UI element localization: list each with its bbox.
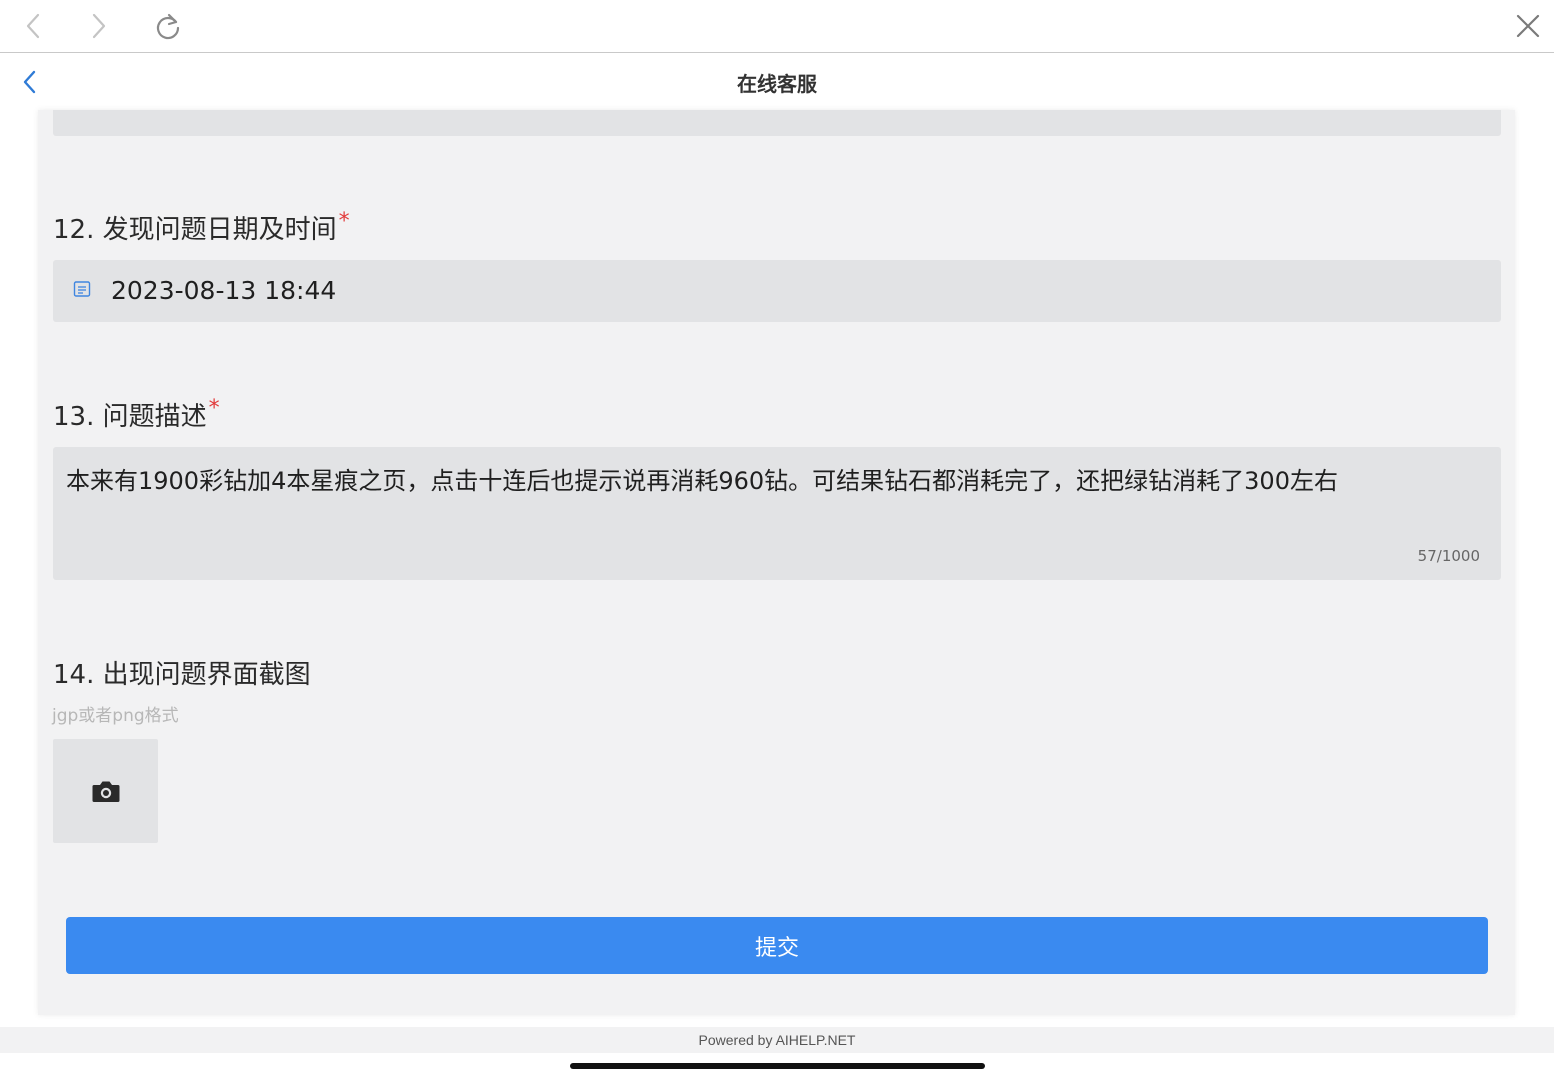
previous-field[interactable] [53,110,1501,136]
question-14-label: 14. 出现问题界面截图 [53,660,311,690]
browser-forward-button[interactable] [80,8,116,44]
question-label-text: 13. 问题描述 [53,402,207,432]
browser-back-button[interactable] [16,8,52,44]
question-label-text: 12. 发现问题日期及时间 [53,215,337,245]
camera-icon [92,781,119,802]
calendar-icon [73,281,91,297]
browser-toolbar [0,0,1554,53]
question-12-label: 12. 发现问题日期及时间* [53,209,350,246]
home-indicator[interactable] [570,1063,985,1069]
question-13-label: 13. 问题描述* [53,396,220,433]
chevron-left-icon [26,13,40,39]
datetime-value: 2023-08-13 18:44 [111,276,337,305]
upload-hint: jgp或者png格式 [52,706,179,726]
required-mark: * [338,209,350,234]
browser-reload-button[interactable] [150,8,186,44]
required-mark: * [208,396,220,421]
powered-by-footer: Powered by AIHELP.NET [0,1027,1554,1053]
ticket-form: 12. 发现问题日期及时间* 2023-08-13 18:44 13. 问题描述… [38,110,1515,1015]
description-textarea[interactable]: 本来有1900彩钻加4本星痕之页，点击十连后也提示说再消耗960钻。可结果钻石都… [53,447,1501,580]
character-counter: 57/1000 [1417,547,1480,565]
submit-button[interactable]: 提交 [66,917,1488,974]
datetime-field[interactable]: 2023-08-13 18:44 [53,260,1501,322]
browser-close-button[interactable] [1510,8,1546,44]
close-icon [1516,14,1540,38]
description-value: 本来有1900彩钻加4本星痕之页，点击十连后也提示说再消耗960钻。可结果钻石都… [66,467,1338,495]
page-title: 在线客服 [737,72,817,96]
reload-icon [156,13,180,40]
app-header: 在线客服 [0,54,1554,110]
chevron-right-icon [92,13,106,39]
screenshot-upload-button[interactable] [53,739,158,843]
